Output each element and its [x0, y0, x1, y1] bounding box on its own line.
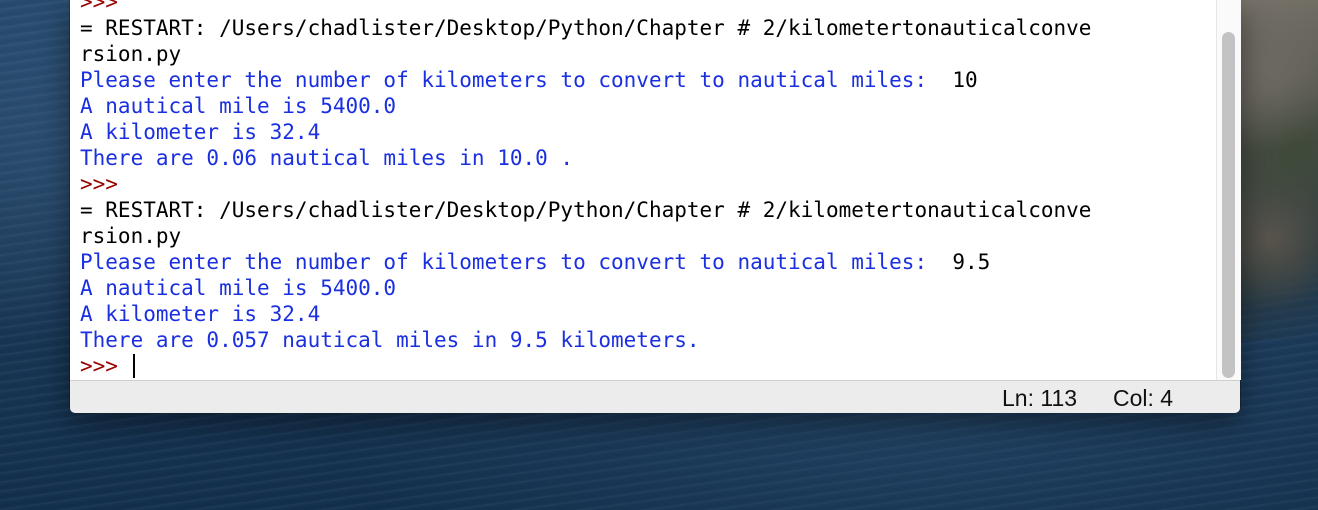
input-prompt-text: Please enter the number of kilometers to…: [80, 68, 953, 92]
shell-line: rsion.py: [80, 41, 1091, 67]
output-line: A kilometer is 32.4: [80, 302, 321, 326]
idle-shell-window: >>> = RESTART: /Users/chadlister/Desktop…: [70, 0, 1241, 413]
active-input-line[interactable]: >>>: [80, 353, 1091, 379]
output-line: There are 0.06 nautical miles in 10.0 .: [80, 146, 574, 170]
shell-line: rsion.py: [80, 223, 1091, 249]
user-input-value: 9.5: [952, 250, 991, 274]
user-input-value: 10: [952, 68, 978, 92]
shell-prompt: >>>: [80, 0, 118, 14]
restart-line: = RESTART: /Users/chadlister/Desktop/Pyt…: [80, 16, 1092, 40]
shell-text-area[interactable]: >>> = RESTART: /Users/chadlister/Desktop…: [70, 0, 1216, 380]
shell-line: Please enter the number of kilometers to…: [80, 249, 1091, 275]
shell-line: A kilometer is 32.4: [80, 119, 1091, 145]
restart-line-cont: rsion.py: [80, 224, 182, 248]
output-line: A nautical mile is 5400.0: [80, 94, 397, 118]
shell-line: >>>: [80, 171, 1091, 197]
scrollbar-thumb[interactable]: [1222, 32, 1235, 378]
output-line: A kilometer is 32.4: [80, 120, 321, 144]
vertical-scrollbar[interactable]: [1216, 0, 1241, 380]
shell-line: There are 0.06 nautical miles in 10.0 .: [80, 145, 1091, 171]
shell-output-lines: >>> = RESTART: /Users/chadlister/Desktop…: [80, 0, 1091, 379]
shell-line: A nautical mile is 5400.0: [80, 275, 1091, 301]
shell-line: Please enter the number of kilometers to…: [80, 67, 1091, 93]
shell-line: There are 0.057 nautical miles in 9.5 ki…: [80, 327, 1091, 353]
column-number-indicator: Col: 4: [1113, 385, 1174, 411]
shell-line: = RESTART: /Users/chadlister/Desktop/Pyt…: [80, 197, 1091, 223]
shell-line: >>>: [80, 0, 1091, 15]
status-bar: Ln: 113 Col: 4: [70, 380, 1240, 413]
line-number-indicator: Ln: 113: [1002, 385, 1078, 411]
output-line: There are 0.057 nautical miles in 9.5 ki…: [80, 328, 700, 352]
shell-line: A kilometer is 32.4: [80, 301, 1091, 327]
desktop-wallpaper-cliffs: [1238, 0, 1318, 340]
shell-prompt: >>>: [80, 354, 131, 378]
shell-line: A nautical mile is 5400.0: [80, 93, 1091, 119]
input-prompt-text: Please enter the number of kilometers to…: [80, 250, 953, 274]
text-cursor: [132, 354, 135, 378]
output-line: A nautical mile is 5400.0: [80, 276, 397, 300]
shell-line: = RESTART: /Users/chadlister/Desktop/Pyt…: [80, 15, 1091, 41]
restart-line-cont: rsion.py: [80, 42, 182, 66]
shell-prompt: >>>: [80, 172, 118, 196]
restart-line: = RESTART: /Users/chadlister/Desktop/Pyt…: [80, 198, 1092, 222]
